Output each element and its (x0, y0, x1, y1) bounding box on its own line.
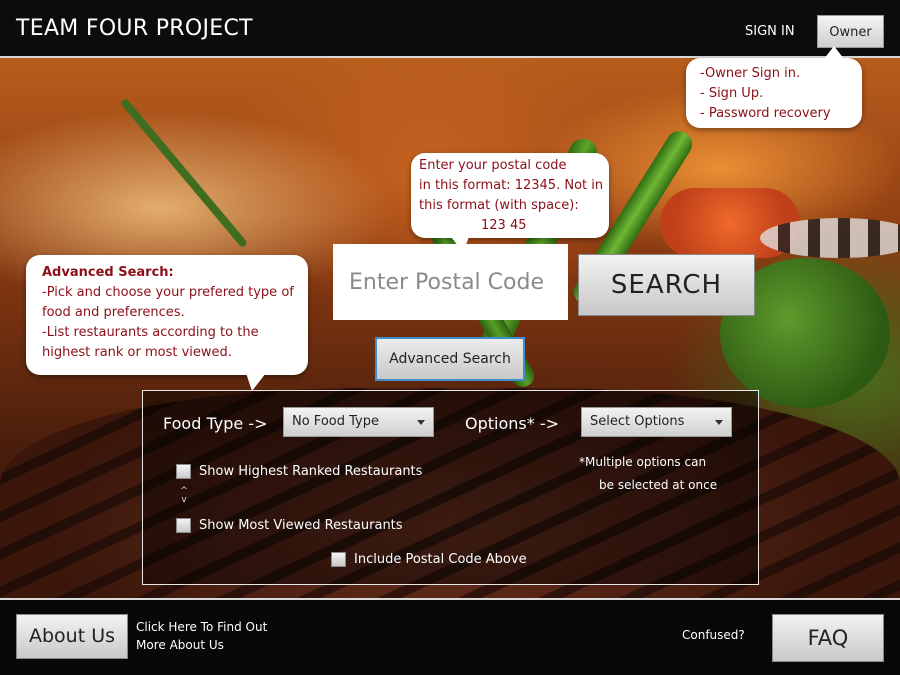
food-type-dropdown[interactable]: No Food Type (283, 407, 434, 437)
search-button[interactable]: SEARCH (578, 254, 755, 316)
food-type-selected: No Food Type (292, 414, 379, 429)
postal-code-input[interactable] (333, 244, 568, 320)
footer-bar (0, 598, 900, 675)
either-or-indicator: ^ v (179, 487, 189, 505)
callout-line: - Password recovery (700, 106, 831, 121)
hint-line: More About Us (136, 638, 224, 652)
advanced-search-callout: Advanced Search: -Pick and choose your p… (26, 255, 308, 391)
checkbox-box[interactable] (176, 518, 191, 533)
app-title: TEAM FOUR PROJECT (16, 16, 253, 41)
checkbox-label: Show Most Viewed Restaurants (199, 518, 403, 533)
down-arrow-mark: v (181, 495, 187, 505)
chevron-down-icon (715, 420, 723, 425)
food-type-label: Food Type -> (163, 414, 268, 433)
hint-line: Click Here To Find Out (136, 620, 268, 634)
callout-line: -Owner Sign in. (700, 66, 801, 81)
callout-tail (246, 373, 266, 391)
note-line: *Multiple options can (579, 455, 707, 469)
options-selected: Select Options (590, 414, 685, 429)
faq-button[interactable]: FAQ (772, 614, 884, 662)
owner-callout: -Owner Sign in. - Sign Up. - Password re… (686, 46, 862, 128)
show-most-viewed-checkbox[interactable]: Show Most Viewed Restaurants (176, 518, 403, 533)
callout-line: Enter your postal code (419, 158, 567, 173)
callout-line: -List restaurants according to the (42, 325, 259, 340)
advanced-search-panel: Food Type -> No Food Type Options* -> Se… (142, 390, 759, 585)
callout-line: in this format: 12345. Not in (419, 178, 604, 193)
options-label: Options* -> (465, 414, 559, 433)
owner-button[interactable]: Owner (817, 15, 884, 48)
note-line: be selected at once (599, 478, 718, 492)
show-highest-ranked-checkbox[interactable]: Show Highest Ranked Restaurants (176, 464, 422, 479)
callout-line: food and preferences. (42, 305, 185, 320)
callout-line: -Pick and choose your prefered type of (42, 285, 294, 300)
sign-in-link[interactable]: SIGN IN (745, 24, 795, 39)
about-us-button[interactable]: About Us (16, 614, 128, 659)
top-bar: TEAM FOUR PROJECT SIGN IN Owner (0, 0, 900, 58)
callout-tail (824, 46, 844, 59)
callout-line: this format (with space): (419, 198, 579, 213)
checkbox-box[interactable] (331, 552, 346, 567)
about-us-hint: Click Here To Find Out More About Us (136, 618, 267, 654)
options-dropdown[interactable]: Select Options (581, 407, 732, 437)
postal-code-callout: Enter your postal code in this format: 1… (411, 153, 609, 252)
callout-line: - Sign Up. (700, 86, 764, 101)
advanced-search-button[interactable]: Advanced Search (375, 337, 525, 381)
callout-line: highest rank or most viewed. (42, 345, 232, 360)
include-postal-code-checkbox[interactable]: Include Postal Code Above (331, 552, 527, 567)
checkbox-box[interactable] (176, 464, 191, 479)
checkbox-label: Show Highest Ranked Restaurants (199, 464, 423, 479)
rosemary-garnish (119, 97, 249, 249)
chevron-down-icon (417, 420, 425, 425)
callout-title: Advanced Search: (42, 265, 174, 280)
confused-label: Confused? (682, 628, 745, 642)
multiple-options-note: *Multiple options can be selected at onc… (579, 451, 717, 497)
checkbox-label: Include Postal Code Above (354, 552, 527, 567)
callout-line: 123 45 (481, 218, 527, 233)
